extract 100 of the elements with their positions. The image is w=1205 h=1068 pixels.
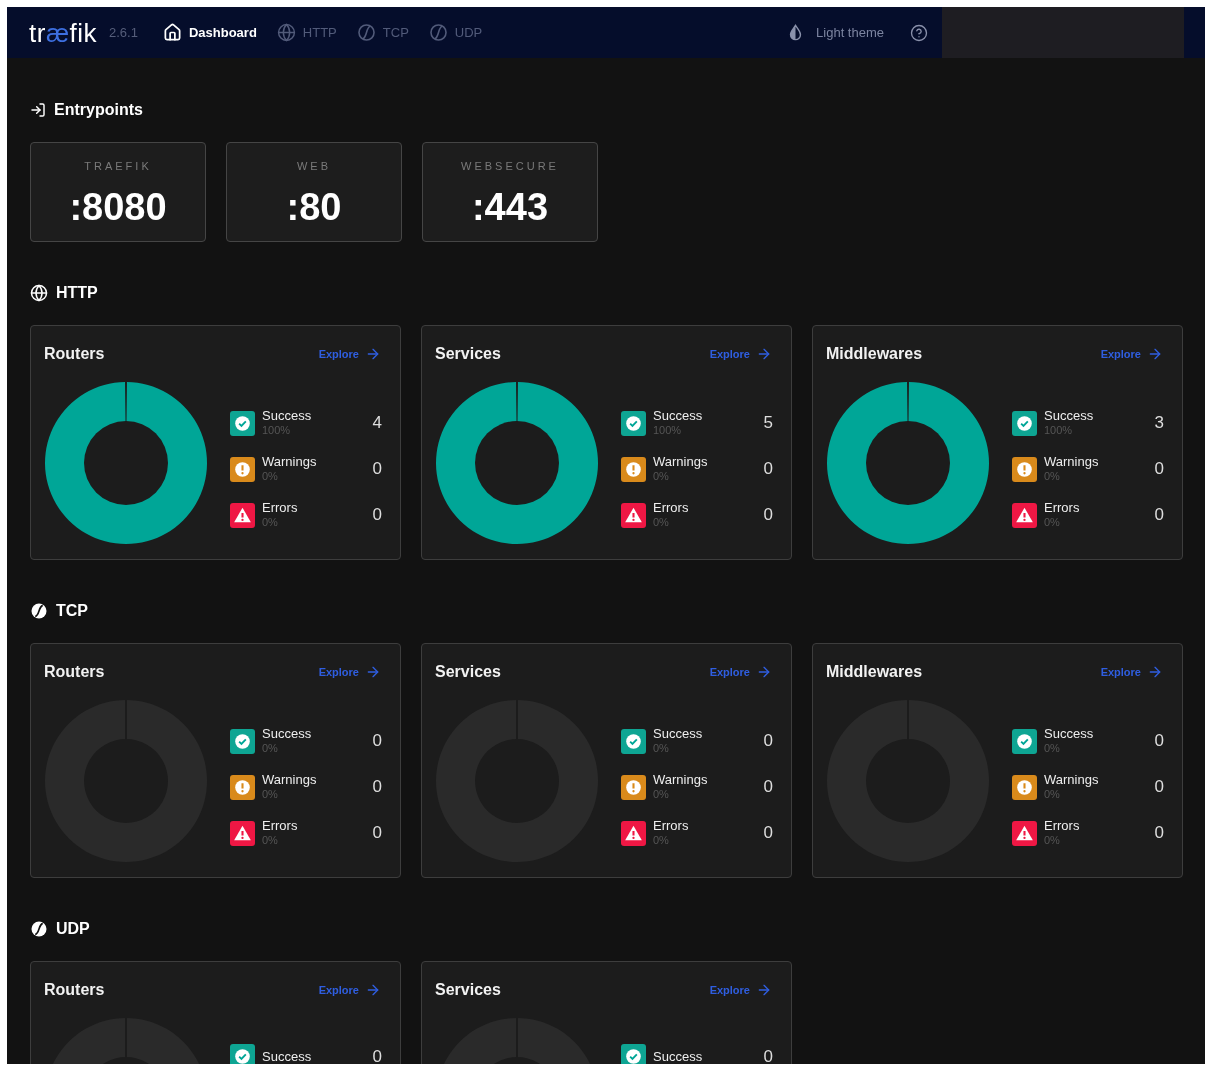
nav-tab[interactable]: TCP — [349, 18, 416, 47]
exclamation-icon — [1012, 456, 1037, 482]
status-label: Errors — [653, 500, 689, 515]
exclamation-icon — [230, 774, 255, 800]
theme-toggle[interactable]: Light theme — [787, 22, 884, 43]
ball-icon — [30, 602, 48, 620]
entrypoint-name: WEB — [296, 159, 332, 174]
status-count: 0 — [372, 730, 382, 753]
status-count: 4 — [372, 412, 382, 435]
check-icon — [230, 728, 255, 754]
section-title: TCP — [56, 601, 88, 621]
entrypoint-icon — [30, 102, 46, 118]
ball-icon — [356, 23, 376, 42]
status-label: Success — [653, 408, 703, 423]
arrow-right-icon — [365, 346, 381, 362]
exclamation-icon — [621, 774, 646, 800]
arrow-right-icon — [365, 664, 381, 680]
ball-icon — [30, 920, 48, 938]
status-count: 0 — [763, 730, 773, 753]
exclamation-icon — [1012, 774, 1037, 800]
nav-tab[interactable]: Dashboard — [155, 18, 264, 47]
explore-link[interactable]: Explore — [709, 345, 772, 363]
section-title: HTTP — [56, 283, 98, 303]
arrow-right-icon — [365, 982, 381, 998]
status-count: 0 — [372, 504, 382, 527]
arrow-right-icon — [1147, 664, 1163, 680]
card-title: Middlewares — [826, 344, 923, 364]
card-title: Routers — [44, 344, 105, 364]
exclamation-icon — [230, 456, 255, 482]
check-icon — [230, 1044, 255, 1064]
status-count: 0 — [372, 458, 382, 481]
status-label: Success — [1044, 726, 1094, 741]
entrypoint-port: :80 — [286, 187, 342, 226]
section-title: UDP — [56, 919, 90, 939]
status-label: Warnings — [262, 454, 317, 469]
status-label: Success — [653, 726, 703, 741]
card-title: Services — [435, 980, 501, 1000]
explore-link[interactable]: Explore — [318, 345, 381, 363]
version-label: 2.6.1 — [109, 23, 138, 42]
nav-tab[interactable]: HTTP — [269, 18, 344, 47]
status-label: Errors — [262, 818, 298, 833]
entrypoint-port: :443 — [471, 187, 549, 226]
check-icon — [621, 1044, 646, 1064]
status-count: 5 — [763, 412, 773, 435]
status-count: 0 — [1154, 730, 1164, 753]
globe-icon — [30, 284, 48, 302]
status-label: Warnings — [1044, 454, 1099, 469]
help-button[interactable] — [910, 23, 928, 42]
status-label: Success — [262, 726, 312, 741]
check-icon — [230, 410, 255, 436]
status-count: 3 — [1154, 412, 1164, 435]
nav-tab[interactable]: UDP — [421, 18, 490, 47]
explore-link[interactable]: Explore — [1100, 345, 1163, 363]
arrow-right-icon — [756, 982, 772, 998]
entrypoint-name: TRAEFIK — [84, 159, 152, 174]
status-count: 0 — [372, 822, 382, 845]
status-count: 0 — [372, 776, 382, 799]
arrow-right-icon — [1147, 346, 1163, 362]
status-label: Errors — [653, 818, 689, 833]
arrow-right-icon — [756, 664, 772, 680]
status-label: Success — [262, 408, 312, 423]
status-count: 0 — [1154, 822, 1164, 845]
explore-link[interactable]: Explore — [318, 981, 381, 999]
status-label: Warnings — [653, 454, 708, 469]
check-icon — [1012, 728, 1037, 754]
explore-link[interactable]: Explore — [709, 663, 772, 681]
explore-link[interactable]: Explore — [318, 663, 381, 681]
section-title: Entrypoints — [54, 100, 143, 120]
card-title: Services — [435, 344, 501, 364]
status-label: Success — [1044, 408, 1094, 423]
exclamation-icon — [621, 456, 646, 482]
check-icon — [1012, 410, 1037, 436]
status-label: Warnings — [653, 772, 708, 787]
check-icon — [621, 410, 646, 436]
help-icon — [910, 23, 928, 42]
status-count: 0 — [763, 504, 773, 527]
status-label: Errors — [262, 500, 298, 515]
status-count: 0 — [763, 776, 773, 799]
status-label: Errors — [1044, 500, 1080, 515]
check-icon — [621, 728, 646, 754]
status-count: 0 — [763, 1046, 773, 1064]
card-title: Middlewares — [826, 662, 923, 682]
status-count: 0 — [763, 822, 773, 845]
status-count: 0 — [372, 1046, 382, 1064]
status-label: Success — [262, 1049, 312, 1064]
status-label: Warnings — [1044, 772, 1099, 787]
card-title: Routers — [44, 980, 105, 1000]
status-label: Success — [653, 1049, 703, 1064]
logo: træfik — [29, 19, 97, 46]
globe-icon — [276, 23, 296, 42]
explore-link[interactable]: Explore — [1100, 663, 1163, 681]
entrypoint-name: WEBSECURE — [461, 159, 559, 174]
card-title: Routers — [44, 662, 105, 682]
status-count: 0 — [1154, 504, 1164, 527]
home-icon — [162, 23, 182, 42]
status-count: 0 — [1154, 776, 1164, 799]
entrypoint-port: :8080 — [69, 187, 167, 226]
status-count: 0 — [763, 458, 773, 481]
card-title: Services — [435, 662, 501, 682]
explore-link[interactable]: Explore — [709, 981, 772, 999]
